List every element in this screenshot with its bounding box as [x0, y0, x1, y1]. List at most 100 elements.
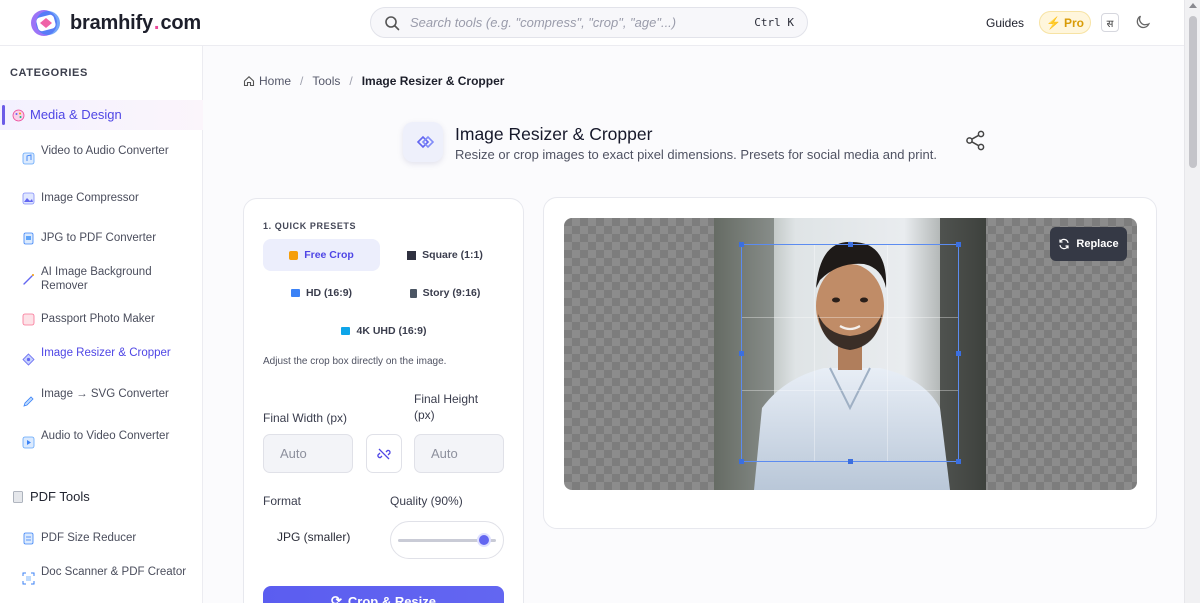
crop-handle[interactable] [739, 351, 744, 356]
crop-handle[interactable] [956, 459, 961, 464]
sidebar-item-image-compressor[interactable]: Image Compressor [0, 191, 203, 205]
sidebar-item-label: Image Compressor [41, 192, 139, 204]
breadcrumb-home[interactable]: Home [259, 74, 291, 88]
sidebar-item-video-to-audio[interactable]: Video to Audio Converter [0, 144, 203, 172]
image-icon [22, 192, 35, 205]
home-icon [243, 76, 255, 87]
magic-wand-icon [23, 274, 34, 285]
category-pdf-tools[interactable]: PDF Tools [0, 484, 203, 508]
sidebar-item-image-to-svg[interactable]: Image → SVG Converter [0, 387, 203, 415]
crop-hint: Adjust the crop box directly on the imag… [263, 356, 447, 367]
guides-link[interactable]: Guides [986, 16, 1024, 30]
preset-hd[interactable]: HD (16:9) [263, 277, 380, 309]
crop-handle[interactable] [956, 351, 961, 356]
sidebar-item-jpg-to-pdf[interactable]: JPG to PDF Converter [0, 231, 203, 245]
logo[interactable]: bramhify . com [26, 7, 201, 39]
pen-icon [23, 396, 34, 407]
moon-icon[interactable] [1135, 14, 1151, 30]
height-input[interactable]: Auto [414, 434, 504, 473]
sidebar-item-label: Passport Photo Maker [41, 313, 155, 325]
crop-box[interactable] [739, 242, 961, 464]
height-label: Final Height (px) [414, 392, 479, 422]
scanner-icon [22, 572, 35, 585]
preset-label: Story (9:16) [422, 287, 481, 299]
sidebar-item-doc-scanner[interactable]: Doc Scanner & PDF Creator [0, 565, 203, 593]
crop-handle[interactable] [848, 459, 853, 464]
crop-resize-button[interactable]: ⟳ Crop & Resize [263, 586, 504, 603]
sidebar-item-passport-photo[interactable]: Passport Photo Maker [0, 312, 203, 326]
page-scrollbar[interactable] [1184, 0, 1200, 603]
logo-icon [31, 10, 60, 36]
sidebar-item-pdf-size-reducer[interactable]: PDF Size Reducer [0, 531, 203, 545]
crop-diamond-icon [416, 135, 435, 149]
quality-label: Quality (90%) [390, 494, 463, 508]
preset-square[interactable]: Square (1:1) [385, 239, 505, 271]
page-description: Resize or crop images to exact pixel dim… [455, 147, 937, 162]
preset-label: HD (16:9) [305, 287, 353, 299]
logo-dot: . [153, 11, 160, 34]
quality-slider[interactable] [390, 521, 504, 559]
breadcrumb-tools[interactable]: Tools [312, 74, 340, 88]
pdf-category-icon [13, 491, 23, 503]
preset-label: Free Crop [304, 249, 354, 261]
preset-story[interactable]: Story (9:16) [385, 277, 505, 309]
search-shortcut: Ctrl K [754, 16, 794, 29]
category-media-design[interactable]: Media & Design [0, 100, 203, 130]
monitor-icon [290, 289, 300, 297]
tv-icon [341, 327, 351, 335]
crop-canvas[interactable]: Replace [564, 218, 1137, 490]
tool-icon [403, 122, 443, 162]
id-card-icon [22, 313, 35, 326]
format-select[interactable]: JPG (smaller) [263, 519, 375, 555]
palette-icon [12, 109, 25, 122]
pro-label: Pro [1063, 15, 1084, 30]
audio-file-icon [22, 152, 35, 165]
phone-icon [409, 288, 417, 298]
pro-button[interactable]: ⚡ Pro [1039, 11, 1091, 34]
crop-handle[interactable] [956, 242, 961, 247]
replace-button[interactable]: Replace [1050, 227, 1127, 261]
preset-4k[interactable]: 4K UHD (16:9) [324, 315, 444, 347]
categories-heading: CATEGORIES [10, 67, 88, 79]
sidebar-item-label: AI Image Background Remover [41, 266, 152, 292]
search-input[interactable] [410, 15, 730, 30]
document-icon [23, 232, 34, 245]
breadcrumb-separator: / [349, 74, 353, 88]
preset-label: 4K UHD (16:9) [356, 325, 427, 337]
sidebar-item-label: Doc Scanner & PDF Creator [41, 566, 187, 578]
category-label: PDF Tools [30, 489, 90, 504]
lightning-icon: ⚡ [1046, 15, 1061, 30]
settings-panel: 1. QUICK PRESETS Free Crop Square (1:1) … [243, 198, 524, 603]
sidebar-item-audio-to-video[interactable]: Audio to Video Converter [0, 429, 203, 457]
presets-heading: 1. QUICK PRESETS [263, 221, 357, 231]
crop-handle[interactable] [739, 242, 744, 247]
replace-label: Replace [1076, 238, 1119, 250]
preset-free-crop[interactable]: Free Crop [263, 239, 380, 271]
sidebar: CATEGORIES Media & Design Video to Audio… [0, 46, 203, 603]
video-file-icon [22, 436, 35, 449]
width-input[interactable]: Auto [263, 434, 353, 473]
sidebar-item-label: Image → SVG Converter [41, 388, 169, 400]
sidebar-item-label: Audio to Video Converter [41, 430, 170, 442]
crop-button-label: Crop & Resize [347, 593, 437, 603]
scroll-thumb[interactable] [1189, 16, 1197, 168]
crop-handle[interactable] [848, 242, 853, 247]
category-label: Media & Design [30, 107, 122, 122]
scroll-up-icon[interactable] [1189, 3, 1197, 8]
crop-grid-line [742, 390, 958, 391]
crop-handle[interactable] [739, 459, 744, 464]
language-button[interactable]: स [1101, 13, 1119, 32]
sidebar-item-image-resizer[interactable]: Image Resizer & Cropper [0, 346, 203, 374]
search-bar[interactable]: Ctrl K [370, 7, 808, 38]
share-icon[interactable] [965, 130, 986, 151]
pdf-icon [23, 532, 34, 545]
sidebar-item-label: JPG to PDF Converter [41, 232, 157, 244]
aspect-lock-button[interactable] [366, 434, 402, 473]
sidebar-item-bg-remover[interactable]: AI Image Background Remover [0, 265, 203, 293]
refresh-icon [1059, 238, 1069, 250]
top-header: bramhify . com Ctrl K Guides ⚡ Pro स [0, 0, 1184, 46]
square-icon [407, 250, 417, 260]
crop-icon: ⟳ [330, 593, 342, 603]
preset-label: Square (1:1) [422, 249, 483, 261]
slider-thumb[interactable] [476, 533, 491, 547]
